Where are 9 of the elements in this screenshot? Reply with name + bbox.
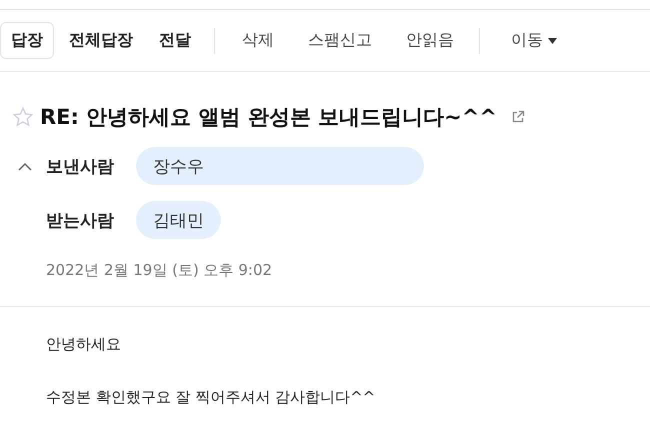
mail-subject: RE: 안녕하세요 앨범 완성본 보내드립니다~^^ xyxy=(40,104,497,131)
sender-chip[interactable]: 장수우 xyxy=(136,147,424,185)
toolbar-button[interactable]: 답장 xyxy=(0,22,54,59)
body-paragraph: 안녕하세요 xyxy=(46,335,122,354)
recipient-label: 받는사람 xyxy=(46,210,115,232)
mail-date: 2022년 2월 19일 (토) 오후 9:02 xyxy=(45,260,274,281)
body-paragraph: 수정본 확인했구요 잘 찍어주셔서 감사합니다^^ xyxy=(46,388,376,407)
recipient-chip[interactable]: 김태민 xyxy=(136,201,221,239)
sender-label: 보낸사람 xyxy=(46,156,115,178)
